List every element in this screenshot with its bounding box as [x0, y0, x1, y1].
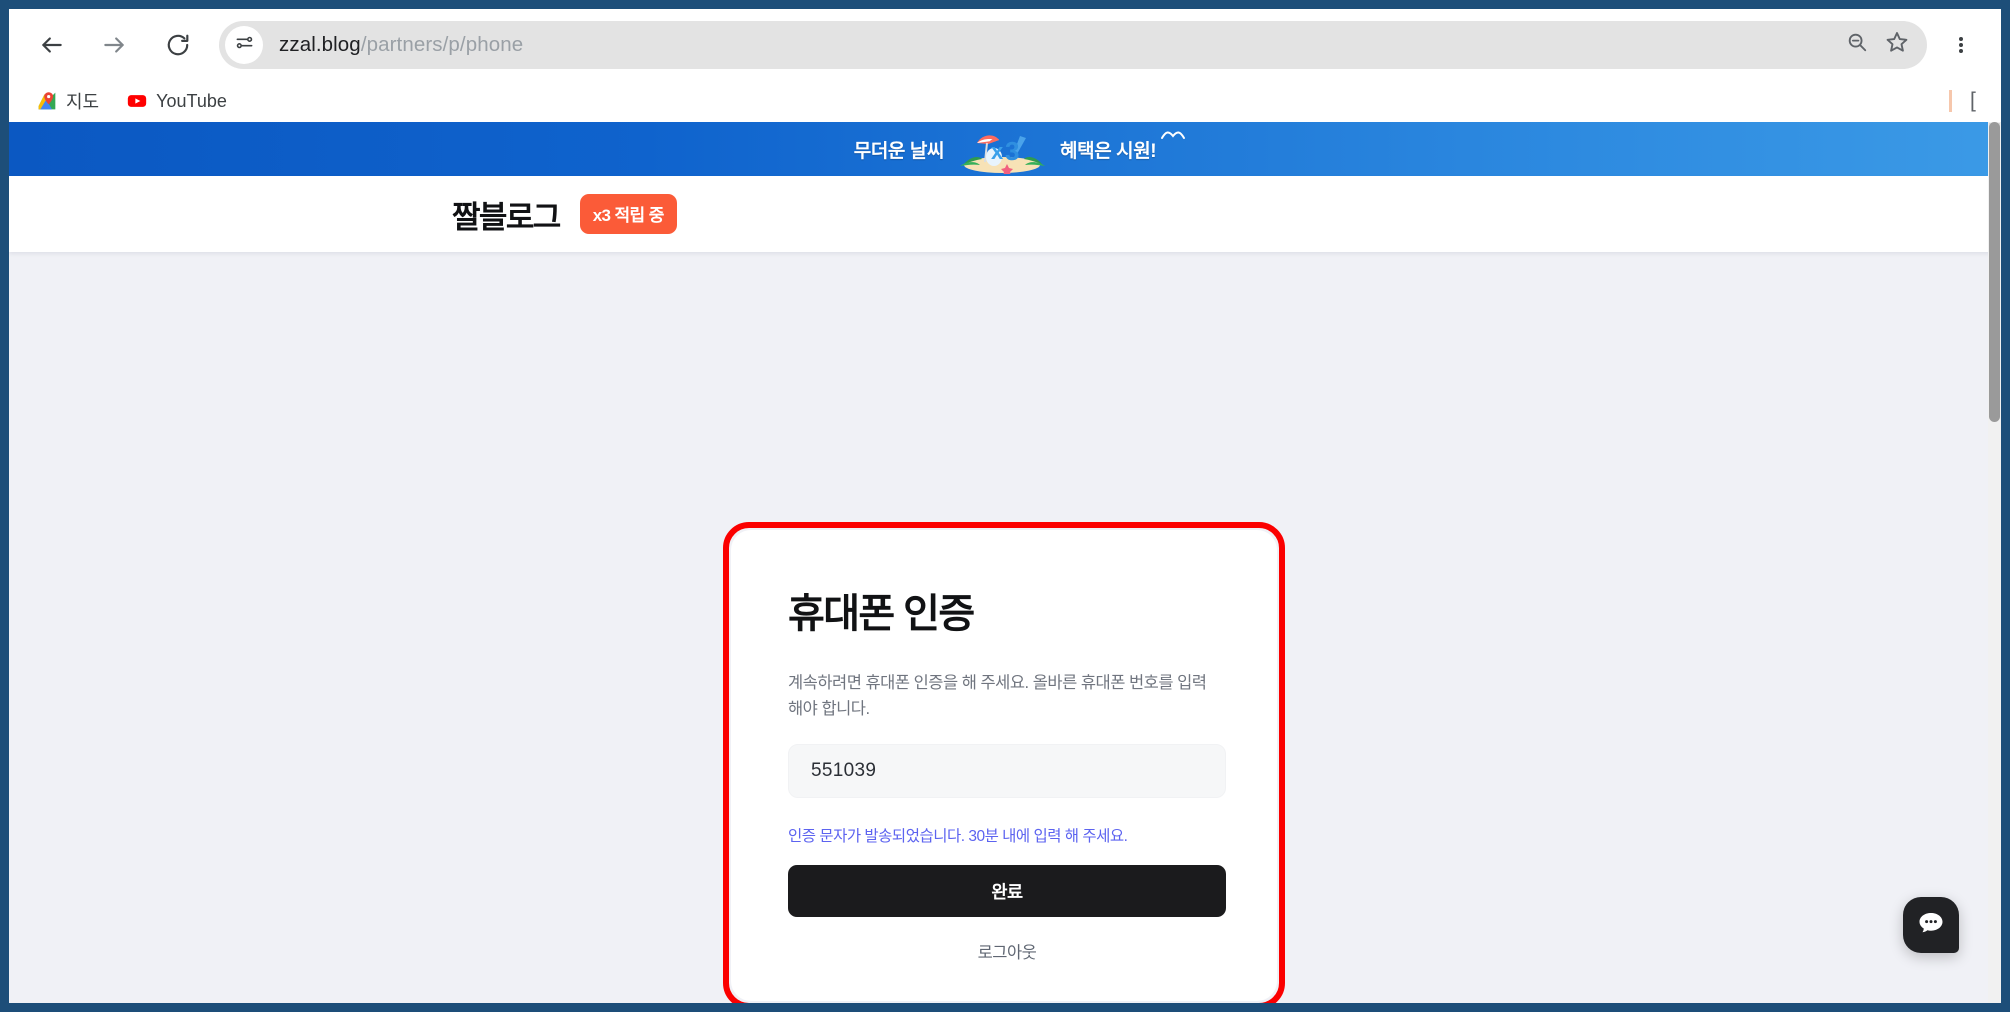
three-dot-menu-icon: [1959, 35, 1963, 55]
promo-text-right: 혜택은 시원!: [1060, 136, 1156, 163]
site-information-button[interactable]: [225, 26, 263, 64]
reload-icon: [165, 32, 191, 58]
chat-bubble-icon: [1916, 909, 1946, 942]
page-content: 무더운 날씨 x: [9, 122, 2001, 1003]
status-badge: x3 적립 중: [580, 194, 677, 234]
back-button[interactable]: [29, 22, 75, 68]
browser-window: zzal.blog/partners/p/phone: [0, 0, 2010, 1012]
url-path: /partners/p/phone: [361, 33, 523, 56]
promo-banner-content: 무더운 날씨 x: [854, 124, 1157, 174]
url-host: zzal.blog: [279, 33, 361, 56]
arrow-right-icon: [101, 32, 127, 58]
google-maps-icon: [37, 91, 57, 111]
code-sent-notice: 인증 문자가 발송되었습니다. 30분 내에 입력 해 주세요.: [788, 824, 1220, 846]
promo-banner[interactable]: 무더운 날씨 x: [9, 122, 2001, 176]
bookmark-item-maps[interactable]: 지도: [27, 85, 109, 117]
brand-group[interactable]: 짤블로그 x3 적립 중: [452, 192, 677, 237]
url-text[interactable]: zzal.blog/partners/p/phone: [279, 33, 1837, 57]
bookmark-overflow-region: [: [1949, 80, 1981, 122]
text-cursor-indicator: [1949, 90, 1952, 112]
bookmark-item-youtube[interactable]: YouTube: [117, 85, 237, 117]
browser-chrome: zzal.blog/partners/p/phone: [9, 9, 2001, 122]
reload-button[interactable]: [155, 22, 201, 68]
card-description: 계속하려면 휴대폰 인증을 해 주세요. 올바른 휴대폰 번호를 입력해야 합니…: [788, 671, 1220, 722]
scrollbar-thumb[interactable]: [1989, 122, 2000, 422]
page-title: 휴대폰 인증: [788, 592, 1220, 636]
phone-verification-card: 휴대폰 인증 계속하려면 휴대폰 인증을 해 주세요. 올바른 휴대폰 번호를 …: [731, 530, 1277, 1001]
bookmark-item-partial[interactable]: [: [1970, 89, 1981, 113]
chat-widget-button[interactable]: [1903, 897, 1959, 953]
logout-link[interactable]: 로그아웃: [788, 939, 1226, 963]
bookmark-star-button[interactable]: [1877, 25, 1917, 65]
arrow-left-icon: [39, 32, 65, 58]
page-scrollbar[interactable]: [1988, 122, 2001, 1003]
browser-menu-button[interactable]: [1939, 22, 1983, 68]
zoom-out-icon: [1846, 31, 1868, 58]
submit-button[interactable]: 완료: [788, 865, 1226, 917]
bookmark-label: YouTube: [156, 91, 227, 112]
address-bar[interactable]: zzal.blog/partners/p/phone: [219, 21, 1927, 69]
svg-text:3: 3: [1005, 136, 1019, 166]
site-header: 짤블로그 x3 적립 중: [9, 176, 2001, 252]
brand-logo[interactable]: 짤블로그: [452, 192, 560, 237]
seagull-icon: [1160, 128, 1186, 146]
zoom-out-button[interactable]: [1837, 25, 1877, 65]
verification-code-input[interactable]: 551039: [788, 744, 1226, 798]
beach-x3-icon: x 3: [950, 124, 1054, 174]
forward-button[interactable]: [91, 22, 137, 68]
youtube-icon: [127, 91, 147, 111]
browser-toolbar: zzal.blog/partners/p/phone: [9, 9, 2001, 80]
tune-sliders-icon: [235, 33, 254, 57]
promo-text-left: 무더운 날씨: [854, 136, 944, 163]
svg-text:x: x: [991, 139, 1004, 164]
bookmarks-bar: 지도 YouTube [: [9, 80, 2001, 122]
star-outline-icon: [1885, 30, 1909, 59]
bookmark-label: 지도: [66, 88, 99, 114]
